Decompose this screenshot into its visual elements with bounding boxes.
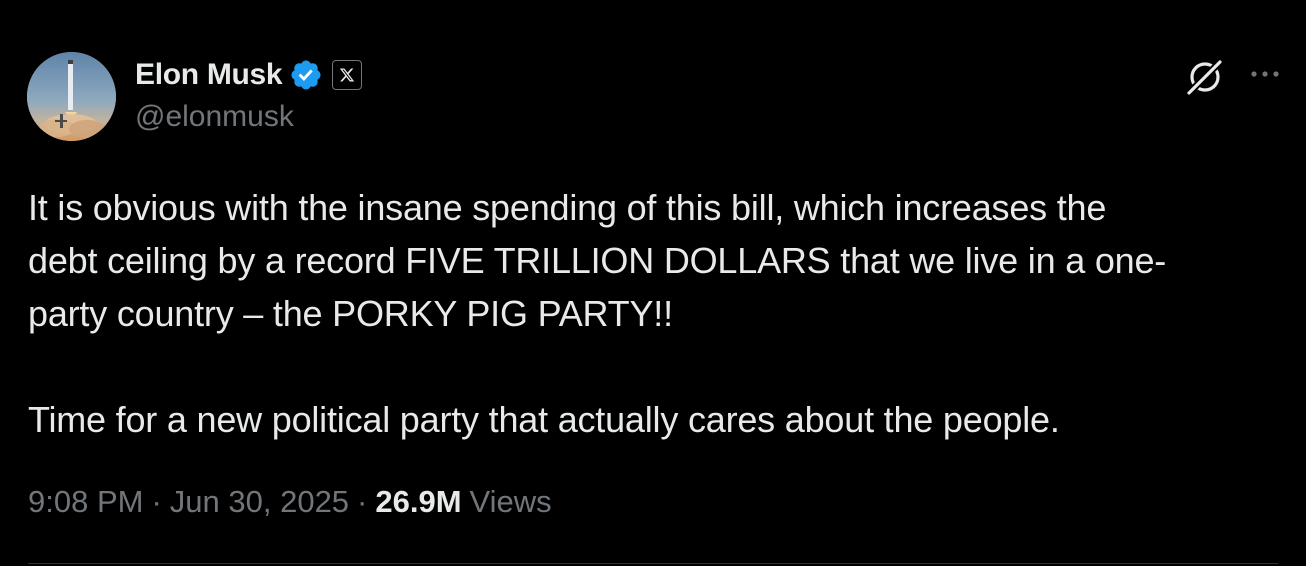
rocket-launch-avatar	[27, 52, 116, 141]
affiliate-badge[interactable]	[332, 60, 363, 90]
verified-badge-icon[interactable]	[289, 58, 323, 92]
tweet-text: It is obvious with the insane spending o…	[28, 181, 1278, 446]
divider	[28, 563, 1278, 564]
meta-separator: ·	[151, 484, 162, 519]
grok-icon[interactable]	[1184, 56, 1226, 98]
author-name-row: Elon Musk	[135, 55, 363, 95]
views-label[interactable]: Views	[470, 484, 552, 520]
tweet-text-line: It is obvious with the insane spending o…	[28, 187, 1107, 228]
meta-separator: ·	[357, 484, 368, 519]
more-horizontal-icon[interactable]	[1248, 62, 1282, 86]
tweet-text-line: debt ceiling by a record FIVE TRILLION D…	[28, 240, 1167, 281]
avatar[interactable]	[27, 52, 116, 141]
tweet-meta: 9:08 PM · Jun 30, 2025 · 26.9M Views	[28, 484, 552, 520]
author-handle[interactable]: @elonmusk	[135, 100, 294, 134]
x-logo-icon	[340, 68, 355, 82]
tweet-text-paragraph-2: Time for a new political party that actu…	[28, 399, 1060, 440]
tweet-card: Elon Musk @elonmusk It is obvious with t…	[0, 0, 1306, 566]
tweet-time[interactable]: 9:08 PM	[28, 484, 143, 520]
author-display-name[interactable]: Elon Musk	[135, 58, 283, 92]
tweet-text-line: party country – the PORKY PIG PARTY!!	[28, 293, 673, 334]
views-count[interactable]: 26.9M	[375, 484, 461, 520]
tweet-date[interactable]: Jun 30, 2025	[170, 484, 349, 520]
